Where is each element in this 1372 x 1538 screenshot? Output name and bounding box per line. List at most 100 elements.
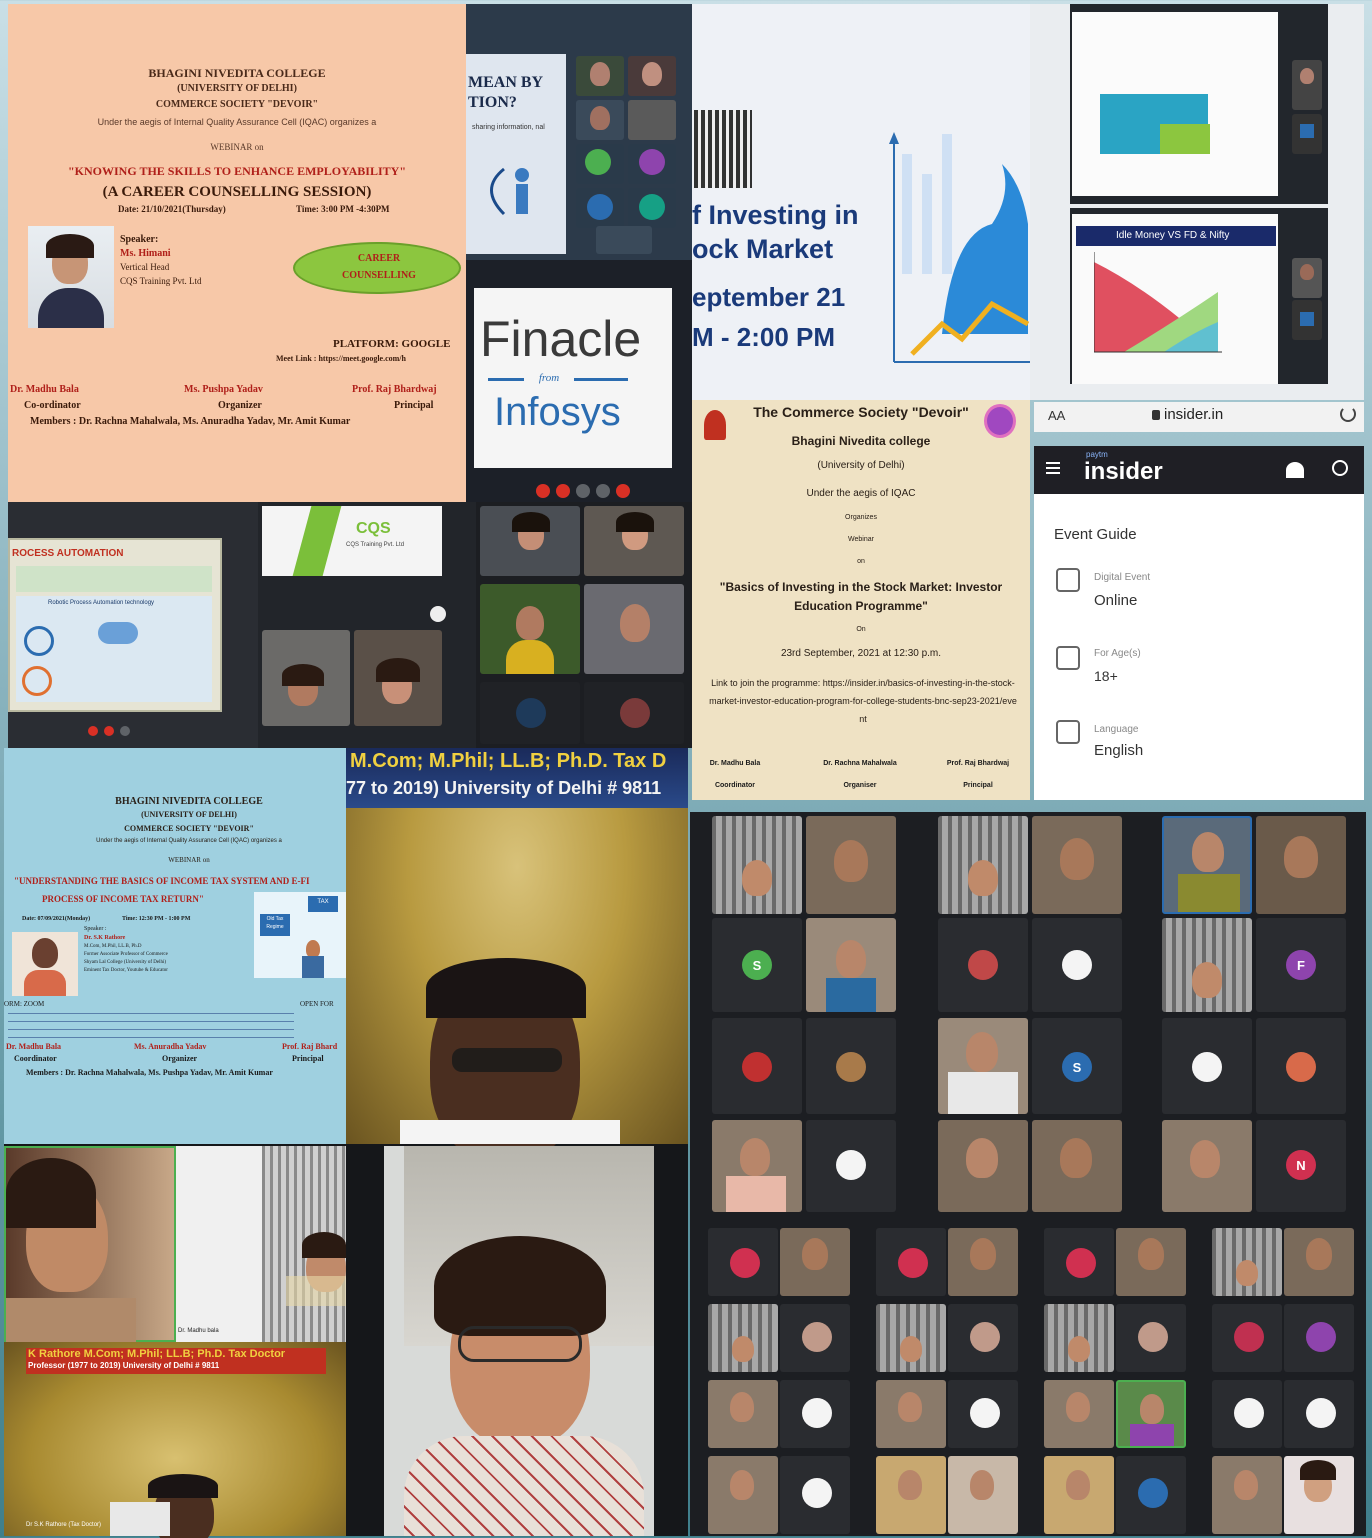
principal-name: Prof. Raj Bhardwaj <box>352 384 437 395</box>
more-icon[interactable] <box>430 606 446 622</box>
rpa-heading: ROCESS AUTOMATION <box>12 548 124 559</box>
participant-initial-n: N <box>1286 1150 1316 1180</box>
organizes: Organizes <box>845 514 877 521</box>
tax-coordinator-role: Coordinator <box>14 1054 57 1063</box>
society-title: The Commerce Society "Devoir" <box>753 404 969 420</box>
investing-time: M - 2:00 PM <box>692 322 836 352</box>
webinar-label: Webinar <box>848 536 874 543</box>
coordinator-role: Co-ordinator <box>24 400 81 411</box>
income-tax-title-2: PROCESS OF INCOME TAX RETURN" <box>42 894 204 904</box>
zoom-platform: ORM: ZOOM <box>4 1000 45 1008</box>
principal-name-2: Prof. Raj Bhardwaj <box>946 760 1010 767</box>
zoom-gallery-collage: S F S N <box>690 812 1366 1536</box>
webinar-flyer-employability: BHAGINI NIVEDITA COLLEGE (UNIVERSITY OF … <box>8 4 466 502</box>
university-name-3: (UNIVERSITY OF DELHI) <box>141 810 237 819</box>
aegis-line: Under the aegis of Internal Quality Assu… <box>97 117 377 127</box>
career-counselling-badge: CAREER COUNSELLING <box>293 242 461 294</box>
tax-regime-graphic: Old Tax Regime TAX <box>254 892 346 978</box>
tax-members: Members : Dr. Rachna Mahalwala, Ms. Push… <box>26 1068 273 1077</box>
eyeglasses-icon <box>452 1048 562 1072</box>
income-tax-time: Time: 12:30 PM - 1:00 PM <box>122 916 191 922</box>
speaker-org: CQS Training Pvt. Ltd <box>120 276 202 286</box>
investing-webinar-date: 23rd September, 2021 at 12:30 p.m. <box>780 648 942 659</box>
participant-video-speaker <box>384 1146 654 1536</box>
income-tax-date: Date: 07/09/2021(Monday) <box>22 916 91 922</box>
cqs-meet-view: CQS CQS Training Pvt. Ltd <box>258 502 476 748</box>
digital-event-value: Online <box>1094 592 1138 609</box>
investing-webinar-link[interactable]: Link to join the programme: https://insi… <box>708 674 1018 728</box>
tax-organizer-role: Organizer <box>162 1054 198 1063</box>
college-name-3: BHAGINI NIVEDITA COLLEGE <box>115 796 263 807</box>
platform: PLATFORM: GOOGLE <box>333 338 451 350</box>
tax-principal-name: Prof. Raj Bhard <box>282 1042 338 1051</box>
participant-initial-s: S <box>742 950 772 980</box>
zoom-link-lines[interactable] <box>8 1012 294 1038</box>
investing-title-1: f Investing in <box>692 200 859 230</box>
participant-name-rathore: Dr S.K Rathore (Tax Doctor) <box>26 1522 102 1528</box>
aegis-3: Under the aegis of Internal Quality Assu… <box>96 838 282 844</box>
webinar-on: WEBINAR on <box>210 142 264 152</box>
meet-link: Meet Link : https://meet.google.com/h <box>276 354 406 363</box>
on-label-2: On <box>856 626 866 633</box>
idle-money-chart <box>1094 252 1222 353</box>
language-value: English <box>1094 742 1144 759</box>
browser-address-bar[interactable]: AA insider.in <box>1034 402 1364 432</box>
tax-speaker-detail-2: Former Associate Professor of Commerce <box>84 952 168 957</box>
language-icon <box>1056 720 1080 744</box>
reload-icon[interactable] <box>1340 406 1356 422</box>
participant-initial-f: F <box>1286 950 1316 980</box>
cqs-text: CQS Training Pvt. Ltd <box>346 542 405 548</box>
participant-video-madhu <box>4 1146 176 1344</box>
search-icon[interactable] <box>1332 460 1348 476</box>
finacle-slide: Finacle from Infosys <box>466 260 692 502</box>
slide-heading-1: MEAN BY <box>468 74 544 91</box>
insider-logo[interactable]: insider <box>1084 458 1163 486</box>
speaker-role: Vertical Head <box>120 262 170 272</box>
insider-header: paytm insider <box>1034 446 1364 494</box>
coordinator-name-2: Dr. Madhu Bala <box>709 760 761 767</box>
webinar-flyer-investing: The Commerce Society "Devoir" Bhagini Ni… <box>692 400 1030 800</box>
small-banner-line2: Professor (1977 to 2019) University of D… <box>28 1361 220 1370</box>
rpa-slide: ROCESS AUTOMATION Robotic Process Automa… <box>8 502 258 748</box>
university-name: (UNIVERSITY OF DELHI) <box>177 83 297 94</box>
top-left-collage: BHAGINI NIVEDITA COLLEGE (UNIVERSITY OF … <box>8 4 692 748</box>
finacle-logo: Finacle <box>480 311 642 367</box>
person-diagram-icon <box>490 167 529 216</box>
participant-initial-s-blue: S <box>1062 1052 1092 1082</box>
heart-list-icon[interactable] <box>1286 462 1304 478</box>
time: Time: 3:00 PM -4:30PM <box>296 204 390 214</box>
participant-name-madhu: Dr. Madhu bala <box>178 1328 219 1334</box>
tax-speaker-detail-1: M.Com, M.Phil, LL.B, Ph.D <box>84 944 142 949</box>
digital-event-icon <box>1056 568 1080 592</box>
language-label: Language <box>1094 724 1139 735</box>
slide-body: sharing information, nal <box>472 124 545 131</box>
society-name-3: COMMERCE SOCIETY "DEVOIR" <box>124 824 254 833</box>
chart-slide-title: Idle Money VS FD & Nifty <box>1076 226 1276 246</box>
investing-title-2: ock Market <box>692 234 834 264</box>
event-guide-heading: Event Guide <box>1054 526 1137 543</box>
tax-coordinator-name: Dr. Madhu Bala <box>6 1042 62 1051</box>
menu-icon[interactable] <box>1046 462 1060 464</box>
open-for: OPEN FOR <box>300 1000 334 1008</box>
coordinator-role-2: Coordinator <box>714 782 756 789</box>
principal-role-2: Principal <box>963 782 993 789</box>
tax-banner-line2: 77 to 2019) University of Delhi # 9811 <box>346 778 662 798</box>
badge-line2: COUNSELLING <box>342 270 416 281</box>
settings-icon <box>22 666 52 696</box>
slide-heading-2: TION? <box>468 94 517 111</box>
glasses-icon <box>458 1326 582 1362</box>
age-icon <box>1056 646 1080 670</box>
tax-doctor-video: M.Com; M.Phil; LL.B; Ph.D. Tax D 77 to 2… <box>346 748 688 1162</box>
webinar-subtitle: (A CAREER COUNSELLING SESSION) <box>102 184 372 200</box>
tax-speaker-name: Dr. S.K Rathore <box>84 935 126 941</box>
tax-doctor-small-video: K Rathore M.Com; M.Phil; LL.B; Ph.D. Tax… <box>4 1342 346 1538</box>
text-size-button[interactable]: AA <box>1048 408 1065 423</box>
meet-controls <box>536 484 630 498</box>
webinar-title: "KNOWING THE SKILLS TO ENHANCE EMPLOYABI… <box>68 164 406 178</box>
meet-grid-4 <box>476 502 692 748</box>
organizer-role: Organizer <box>218 400 262 411</box>
investing-banner: f Investing in ock Market eptember 21 M … <box>692 4 1030 400</box>
insider-mobile-page: paytm insider Event Guide Digital Event … <box>1034 446 1364 800</box>
small-banner-line1: K Rathore M.Com; M.Phil; LL.B; Ph.D. Tax… <box>28 1348 286 1360</box>
college-name: BHAGINI NIVEDITA COLLEGE <box>148 66 326 80</box>
